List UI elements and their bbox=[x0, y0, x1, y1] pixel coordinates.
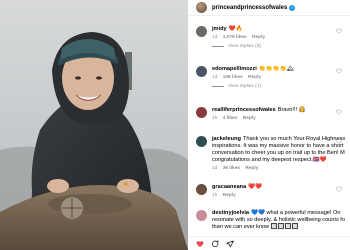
commenter-avatar[interactable] bbox=[196, 107, 207, 118]
post-action-bar bbox=[188, 236, 350, 250]
comment-item: jmidy ❤️🔥 1d 1,079 likes Reply View repli… bbox=[196, 26, 348, 49]
commenter-username[interactable]: destinyjoelvia bbox=[212, 210, 249, 216]
comment-meta: 1d 36 likes Reply bbox=[212, 165, 348, 172]
comment-time: 1d bbox=[212, 35, 218, 40]
comment-likes[interactable]: 108 likes bbox=[223, 75, 243, 80]
comment-item: destinyjoelvia 💙💙 what a powerful message… bbox=[196, 210, 348, 231]
share-icon[interactable] bbox=[226, 240, 234, 248]
comment-text: ❤️🔥 bbox=[228, 26, 243, 32]
heart-icon[interactable] bbox=[336, 138, 342, 144]
reply-button[interactable]: Reply bbox=[245, 166, 258, 171]
commenter-username[interactable]: jackeleung bbox=[212, 136, 241, 142]
replies-divider bbox=[212, 86, 224, 87]
commenter-username[interactable]: edomapellimozzi bbox=[212, 66, 257, 72]
heart-icon[interactable] bbox=[336, 68, 342, 74]
reply-button[interactable]: Reply bbox=[223, 193, 236, 198]
view-replies-label: View replies (9) bbox=[228, 44, 261, 49]
reply-button[interactable]: Reply bbox=[248, 75, 261, 80]
heart-icon[interactable] bbox=[336, 186, 342, 192]
commenter-avatar[interactable] bbox=[196, 210, 207, 221]
comment-likes[interactable]: 4 likes bbox=[223, 116, 238, 121]
view-replies-button[interactable]: View replies (9) bbox=[212, 44, 348, 49]
heart-icon[interactable] bbox=[336, 28, 342, 34]
commenter-avatar[interactable] bbox=[196, 184, 207, 195]
comment-item: edomapellimozzi 👏👏👏👏🏔 1d 108 likes Reply … bbox=[196, 66, 348, 89]
comment-item: gracaaneana ❤️❤️ 1h Reply bbox=[196, 184, 348, 199]
comment-text: 👏👏👏👏🏔 bbox=[258, 66, 294, 72]
post-author-username[interactable]: princeandprincessofwales bbox=[212, 5, 287, 11]
commenter-avatar[interactable] bbox=[196, 66, 207, 77]
heart-icon[interactable] bbox=[336, 109, 342, 115]
comment-icon[interactable] bbox=[211, 239, 219, 248]
view-replies-label: View replies (1) bbox=[228, 84, 261, 89]
reply-button[interactable]: Reply bbox=[243, 116, 256, 121]
commenter-username[interactable]: gracaaneana bbox=[212, 184, 246, 190]
reply-button[interactable]: Reply bbox=[252, 35, 265, 40]
heart-icon[interactable] bbox=[196, 240, 204, 248]
comment-text: Bravo!!! 👸 bbox=[277, 107, 306, 113]
replies-divider bbox=[212, 46, 224, 47]
commenter-avatar[interactable] bbox=[196, 136, 207, 147]
comment-item: realliferprincessofwales Bravo!!! 👸 1h 4 … bbox=[196, 107, 348, 122]
comment-likes[interactable]: 36 likes bbox=[223, 166, 240, 171]
commenter-username[interactable]: realliferprincessofwales bbox=[212, 107, 276, 113]
comment-meta: 1h 4 likes Reply bbox=[212, 115, 348, 122]
comment-meta: 1h Reply bbox=[212, 192, 348, 199]
comment-time: 1d bbox=[212, 75, 218, 80]
view-replies-button[interactable]: View replies (1) bbox=[212, 84, 348, 89]
verified-badge-icon: ✓ bbox=[289, 4, 296, 11]
post-author-avatar[interactable] bbox=[196, 2, 207, 13]
comment-meta: 1d 108 likes Reply bbox=[212, 74, 348, 81]
photo-illustration bbox=[0, 0, 188, 250]
commenter-avatar[interactable] bbox=[196, 26, 207, 37]
post-header: princeandprincessofwales ✓ bbox=[188, 0, 350, 16]
post-photo bbox=[0, 0, 188, 250]
comment-item: jackeleung Thank you so much Your Royal H… bbox=[196, 136, 348, 172]
comment-time: 1h bbox=[212, 193, 218, 198]
comment-time: 1d bbox=[212, 166, 218, 171]
comment-time: 1h bbox=[212, 116, 218, 121]
comment-text: ❤️❤️ bbox=[248, 184, 263, 190]
comment-likes[interactable]: 1,079 likes bbox=[223, 35, 247, 40]
comments-panel: princeandprincessofwales ✓ jmidy ❤️🔥 1d 1… bbox=[188, 0, 350, 250]
commenter-username[interactable]: jmidy bbox=[212, 26, 227, 32]
comment-meta: 1d 1,079 likes Reply bbox=[212, 34, 348, 41]
